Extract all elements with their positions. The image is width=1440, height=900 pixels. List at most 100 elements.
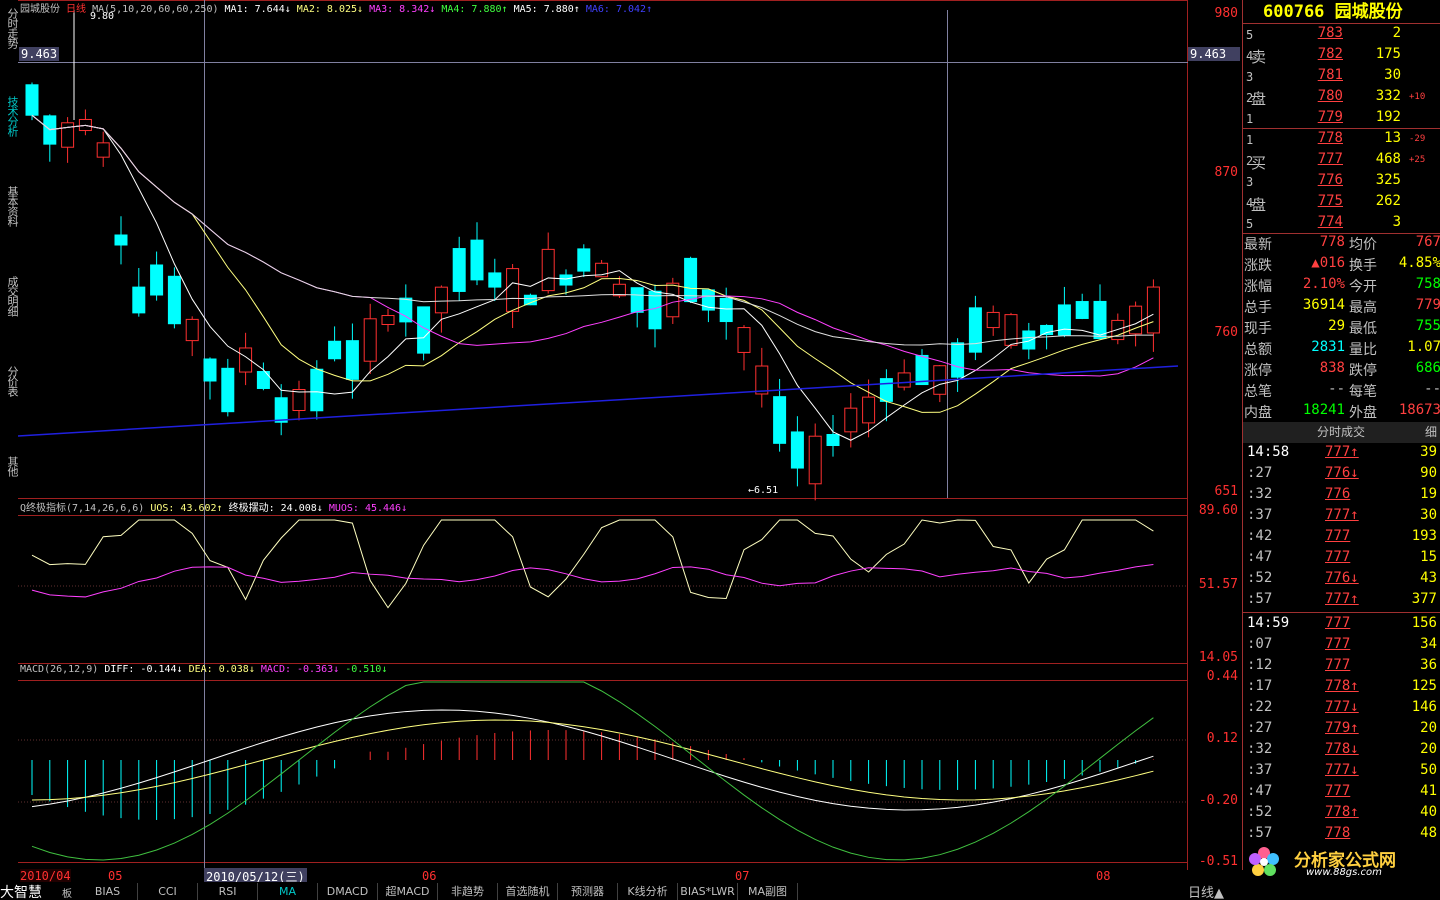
period-switch[interactable]: 日线▲ (1188, 882, 1224, 900)
tick-volume: 20 (1420, 741, 1437, 757)
buy-row[interactable]: 5 774 3 (1243, 214, 1440, 235)
quote-value: 1.07 (1407, 339, 1440, 355)
tick-volume: 20 (1420, 720, 1437, 736)
sell-row[interactable]: 4 782 175 (1243, 46, 1440, 67)
sell-row[interactable]: 5 783 2 (1243, 25, 1440, 46)
tick-price: 779↑ (1325, 720, 1359, 736)
indicator-tab[interactable]: K线分析 (618, 883, 678, 900)
diff-value: DIFF: -0.144↓ (104, 664, 183, 675)
quote-label: 总额 (1244, 342, 1272, 358)
quote-value: 18241 (1302, 402, 1345, 418)
tick-row[interactable]: :52 778↑ 40 (1243, 804, 1440, 825)
bottom-toolbar: 大智慧 板 BIAS CCI RSI MA DMACD 超MACD 非趋势 首选随机 预测器 K线… (0, 882, 1440, 900)
tick-volume: 146 (1411, 699, 1437, 715)
tab-price-table[interactable]: 分价表 (0, 366, 19, 396)
sell-row[interactable]: 2 780 332 +10 (1243, 88, 1440, 109)
indicator-tab[interactable]: 非趋势 (438, 883, 498, 900)
indicator-tab[interactable]: BIAS*LWR (678, 883, 738, 900)
tick-volume: 43 (1420, 570, 1437, 586)
tick-time: :07 (1247, 636, 1273, 652)
candle-body (185, 318, 199, 342)
tick-row[interactable]: :57 777↑ 377 (1243, 591, 1440, 612)
tick-row[interactable]: :47 777 41 (1243, 783, 1440, 804)
tick-row[interactable]: :27 776↓ 90 (1243, 465, 1440, 486)
tick-row[interactable]: :32 778↓ 20 (1243, 741, 1440, 762)
tick-row[interactable]: 14:58 777↑ 39 (1243, 444, 1440, 465)
candle-body (470, 239, 484, 281)
ma2-value: MA2: 8.025↓ (296, 4, 364, 15)
sell-volume: 332 (1375, 88, 1401, 104)
candle-body (452, 248, 466, 292)
sell-price: 781 (1317, 67, 1343, 83)
quote-label: 内盘 (1244, 405, 1272, 421)
tab-trade-details[interactable]: 成交明细 (0, 276, 19, 316)
tick-time: :32 (1247, 741, 1273, 757)
candle-body (897, 372, 911, 388)
quote-row: 内盘 18241 外盘 18673 (1243, 402, 1440, 423)
left-tab-strip: 分时走势 技术分析 基本资料 成交明细 分价表 其他 (0, 0, 19, 882)
sell-row[interactable]: 3 781 30 (1243, 67, 1440, 88)
tick-row[interactable]: :37 777↓ 50 (1243, 762, 1440, 783)
tab-other[interactable]: 其他 (0, 456, 19, 476)
candle-body (879, 378, 893, 402)
tick-price: 777 (1325, 549, 1351, 565)
tick-row[interactable]: :07 777 34 (1243, 636, 1440, 657)
stock-code: 600766 (1263, 2, 1325, 22)
buy-row[interactable]: 2 777 468 +25 (1243, 151, 1440, 172)
tick-row[interactable]: :52 776↓ 43 (1243, 570, 1440, 591)
indicator-tab[interactable]: 首选随机 (498, 883, 558, 900)
quote-value: 767 (1415, 234, 1440, 250)
tick-price: 777 (1325, 657, 1351, 673)
dea-value: DEA: 0.038↓ (188, 664, 255, 675)
tick-time: :52 (1247, 804, 1273, 820)
tick-price: 778↓ (1325, 741, 1359, 757)
tick-volume: 90 (1420, 465, 1437, 481)
sell-row[interactable]: 1 779 192 (1243, 109, 1440, 130)
level: 4 (1246, 49, 1254, 63)
sell-volume: 30 (1384, 67, 1401, 83)
kline-chart[interactable] (18, 0, 1188, 870)
indicator-tab[interactable]: CCI (138, 883, 198, 900)
indicator-tab[interactable]: MA (258, 883, 318, 900)
tick-row[interactable]: :32 776 19 (1243, 486, 1440, 507)
tick-row[interactable]: :37 777↑ 30 (1243, 507, 1440, 528)
tab-fundamentals[interactable]: 基本资料 (0, 186, 19, 226)
candle-body (434, 286, 448, 314)
tick-price: 777 (1325, 783, 1351, 799)
tick-row[interactable]: :27 779↑ 20 (1243, 720, 1440, 741)
board-button[interactable]: 板 (62, 885, 72, 900)
quote-label: 涨幅 (1244, 279, 1272, 295)
buy-row[interactable]: 3 776 325 (1243, 172, 1440, 193)
candle-body (221, 367, 235, 413)
candle-body (666, 282, 680, 318)
tick-row[interactable]: :22 777↓ 146 (1243, 699, 1440, 720)
tick-row[interactable]: :12 777 36 (1243, 657, 1440, 678)
tick-row[interactable]: :42 777 193 (1243, 528, 1440, 549)
indicator-tab[interactable]: RSI (198, 883, 258, 900)
buy-row[interactable]: 1 778 13 -29 (1243, 130, 1440, 151)
uos-value: UOS: 43.602↑ (150, 503, 223, 514)
buy-row[interactable]: 4 775 262 (1243, 193, 1440, 214)
indicator-tab[interactable]: MA副图 (738, 883, 798, 900)
ma10-line (31, 114, 1154, 413)
candle-body (96, 142, 110, 158)
quote-label: 总手 (1244, 300, 1272, 316)
tab-intraday[interactable]: 分时走势 (0, 8, 19, 48)
candle-body (167, 275, 181, 325)
buy-volume: 325 (1375, 172, 1401, 188)
tick-time: 14:58 (1247, 444, 1290, 460)
candle-body (292, 389, 306, 411)
tick-volume: 156 (1411, 615, 1437, 631)
indicator-tab[interactable]: 超MACD (378, 883, 438, 900)
indicator-tab[interactable]: DMACD (318, 883, 378, 900)
indicator-tab[interactable]: BIAS (78, 883, 138, 900)
quote-value: 18673 (1398, 402, 1440, 418)
tick-row[interactable]: :17 778↑ 125 (1243, 678, 1440, 699)
ma3-value: MA3: 8.342↓ (369, 4, 436, 15)
tick-row[interactable]: 14:59 777 156 (1243, 615, 1440, 636)
tab-technical-analysis[interactable]: 技术分析 (0, 96, 19, 136)
tick-row[interactable]: :47 777 15 (1243, 549, 1440, 570)
candle-body (541, 248, 555, 292)
tick-detail-button[interactable]: 细 (1425, 422, 1437, 443)
indicator-tab[interactable]: 预测器 (558, 883, 618, 900)
